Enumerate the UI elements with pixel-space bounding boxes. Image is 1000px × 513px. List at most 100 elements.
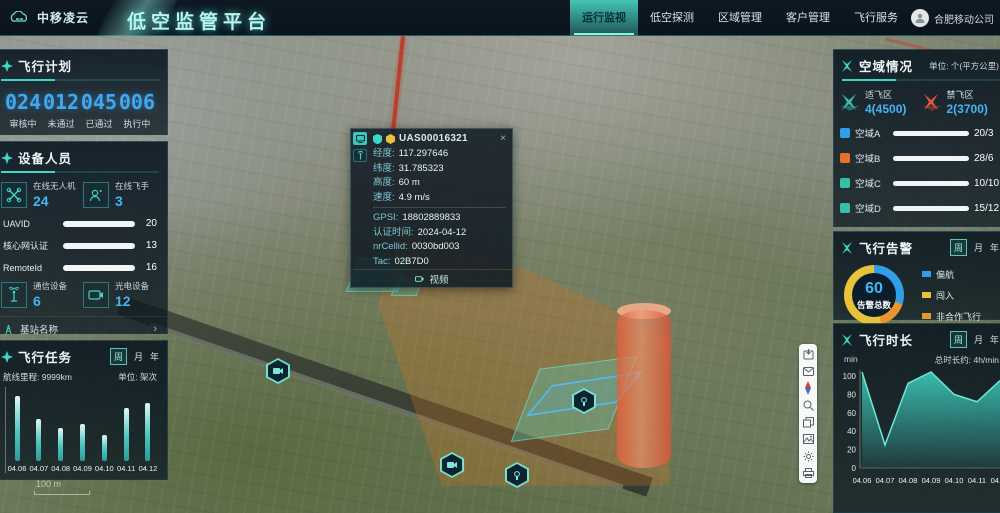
drone-id: UAS00016321 [399,133,468,144]
bar-value: 20 [141,218,157,229]
panel-icon [1,60,13,72]
zone-usage-value: 20/3 [974,128,993,139]
stat-label: 审核中 [5,117,41,130]
printer-icon[interactable] [802,467,814,479]
layers-icon[interactable] [802,416,814,428]
field-value: 4.9 m/s [399,191,430,206]
stat-value: 012 [43,90,79,114]
avatar [911,9,929,27]
svg-text:60: 60 [847,409,856,418]
tab-month[interactable]: 月 [974,241,983,254]
field-label: Tac: [373,255,390,270]
field-value: 31.785323 [399,162,444,177]
progress-track [63,243,135,249]
nav-item-monitor[interactable]: 运行监视 [570,0,638,36]
chevron-right-icon: › [153,323,157,335]
bar [124,408,129,461]
bar [36,419,41,461]
y-axis-unit: min [844,354,858,366]
stat-label: 执行中 [119,117,155,130]
nav-item-service[interactable]: 飞行服务 [842,0,910,36]
zone-row-label: 空域D [855,201,888,215]
zone-usage-track [893,181,969,186]
nav-item-detect[interactable]: 低空探测 [638,0,706,36]
zone-color-swatch [840,153,850,163]
field-value: 0030bd003 [412,240,460,255]
card-label: 光电设备 [115,280,149,292]
panel-title: 飞行计划 [18,56,72,75]
legend-label: 非合作飞行 [936,310,981,323]
tab-year[interactable]: 年 [990,241,999,254]
map-export-icon[interactable] [802,348,814,360]
alert-total: 60 [865,280,883,298]
tab-week[interactable]: 周 [950,239,967,256]
zone-row-label: 空域A [855,126,888,140]
x-tick-label: 04.12 [139,464,158,473]
panel-icon [842,334,854,346]
tab-year[interactable]: 年 [150,350,159,363]
card-label: 在线飞手 [115,180,149,192]
zone-flyable: 适飞区4(4500) [840,88,922,116]
card-value: 24 [33,193,76,209]
bar [58,428,63,461]
zone-value: 2(3700) [947,102,988,116]
bar-column: 04.12 [138,403,158,473]
antenna-icon [1,282,27,308]
svg-text:04.07: 04.07 [876,476,895,485]
camera-icon [83,282,109,308]
map-scale-label: 100 m [36,479,61,489]
svg-text:04.08: 04.08 [899,476,918,485]
airspace-usage-rows: 空域A20/3 空域B28/6 空域C10/10 空域D15/12 [834,118,1000,215]
image-icon[interactable] [802,433,814,445]
signal-icon[interactable] [353,149,367,162]
card-value: 12 [115,293,149,309]
x-tick-label: 04.07 [29,464,48,473]
zoom-search-icon[interactable] [802,399,814,411]
unit-note: 单位: 个(平方公里) [929,60,999,72]
zone-color-swatch [840,128,850,138]
tab-week[interactable]: 周 [110,348,127,365]
alert-total-label: 告警总数 [857,299,891,311]
message-icon[interactable] [802,365,814,377]
unit-note: 单位: 架次 [118,371,157,383]
x-tick-label: 04.08 [51,464,70,473]
logo-icon [9,11,31,25]
user-menu[interactable]: 合肥移动公司 [911,0,994,36]
bar-column: 04.06 [7,396,27,473]
card-value: 6 [33,293,67,309]
tab-year[interactable]: 年 [990,333,999,346]
list-item-label: 基站名称 [20,322,58,336]
x-tick-label: 04.10 [95,464,114,473]
video-button[interactable]: 视频 [351,269,512,287]
nav-item-region[interactable]: 区域管理 [706,0,774,36]
legend-label: 闯入 [936,289,954,302]
field-label: 认证时间: [373,226,414,241]
close-icon[interactable]: × [500,134,506,144]
nav-item-customer[interactable]: 客户管理 [774,0,842,36]
mileage-total: 航线里程: 9999km [3,371,72,383]
progress-track [63,265,135,271]
compass-icon[interactable] [802,382,814,394]
list-item-basestation[interactable]: 基站名称 › [0,317,167,342]
video-panel-icon[interactable] [353,132,367,145]
tab-week[interactable]: 周 [950,331,967,348]
zone-usage-value: 10/10 [974,178,999,189]
drone-icon [1,182,27,208]
bar-label: RemoteId [3,263,57,273]
field-label: nrCellid: [373,240,408,255]
svg-text:04.10: 04.10 [945,476,964,485]
gear-icon[interactable] [802,450,814,462]
bar [102,435,107,461]
svg-text:100: 100 [843,372,857,381]
zone-usage-value: 15/12 [974,203,999,214]
zone-color-swatch [840,203,850,213]
stat-value: 024 [5,90,41,114]
legend-swatch [922,292,931,298]
field-value: 2024-04-12 [418,226,467,241]
tab-month[interactable]: 月 [974,333,983,346]
stat-card-optical: 光电设备12 [83,280,159,309]
field-value: 18802889833 [402,211,460,226]
x-tick-label: 04.11 [117,464,135,473]
panel-airspace: 空域情况 单位: 个(平方公里) 适飞区4(4500) 禁飞区2(3700) 空… [833,49,1000,227]
tab-month[interactable]: 月 [134,350,143,363]
